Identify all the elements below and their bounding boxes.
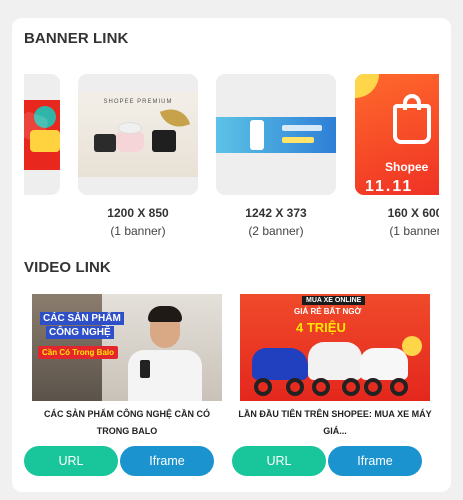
banner-size: 1200 X 850	[107, 206, 169, 220]
banner-image: SHOPEE PREMIUM	[78, 92, 198, 177]
iframe-button[interactable]: Iframe	[120, 446, 214, 476]
thumbnail-text: CÁC SẢN PHẨM	[40, 312, 124, 325]
banner-section-title: BANNER LINK	[24, 30, 129, 47]
banner-size: 0	[24, 206, 60, 220]
video-item: CÁC SẢN PHẨM CÔNG NGHỆ Cần Có Trong Balo…	[24, 294, 222, 476]
banner-item[interactable]: 1242 X 373 (2 banner)	[216, 74, 336, 238]
banner-count: (1 banner	[389, 224, 439, 238]
banner-image	[24, 99, 60, 170]
banner-count: (2 banner)	[248, 224, 304, 238]
thumbnail-text: 4 TRIỆU	[296, 320, 346, 335]
banner-size: 1242 X 373	[245, 206, 307, 220]
thumbnail-text: GIÁ RẺ BẤT NGỜ	[294, 307, 362, 316]
banner-thumbnail[interactable]: SHOPEE PREMIUM	[78, 74, 198, 195]
banner-brand-text: SHOPEE PREMIUM	[103, 99, 173, 105]
iframe-button[interactable]: Iframe	[328, 446, 422, 476]
video-thumbnail[interactable]: MUA XE ONLINE GIÁ RẺ BẤT NGỜ 4 TRIỆU	[240, 294, 430, 401]
thumbnail-text: CÔNG NGHỆ	[46, 326, 114, 339]
banner-thumbnail[interactable]: Shopee 11.11	[355, 74, 439, 195]
url-button[interactable]: URL	[232, 446, 326, 476]
thumbnail-text: MUA XE ONLINE	[302, 296, 366, 305]
banner-thumbnail[interactable]	[216, 74, 336, 195]
video-caption: CÁC SẢN PHẨM CÔNG NGHỆ CẦN CÓ TRONG BALO	[43, 409, 210, 436]
banner-size: 160 X 600	[387, 206, 439, 220]
banner-count: )	[24, 224, 60, 238]
video-thumbnail[interactable]: CÁC SẢN PHẨM CÔNG NGHỆ Cần Có Trong Balo	[32, 294, 222, 401]
banner-image	[216, 116, 336, 153]
banner-carousel[interactable]: 0 ) SHOPEE PREMIUM 1200 X 850 (1 banner)…	[24, 74, 439, 244]
banner-item[interactable]: 0 )	[24, 74, 60, 195]
banner-count: (1 banner)	[110, 224, 166, 238]
banner-brand-text: Shopee	[385, 160, 429, 174]
banner-thumbnail[interactable]	[24, 74, 60, 195]
video-caption: LẦN ĐẦU TIÊN TRÊN SHOPEE: MUA XE MÁY GIÁ…	[238, 409, 432, 436]
banner-item[interactable]: Shopee 11.11 160 X 600 (1 banner	[355, 74, 439, 238]
link-card: BANNER LINK 0 ) SHOPEE PREMIUM 1200 X 85…	[12, 18, 451, 492]
video-item: MUA XE ONLINE GIÁ RẺ BẤT NGỜ 4 TRIỆU LẦN…	[232, 294, 432, 476]
thumbnail-text: Cần Có Trong Balo	[38, 346, 118, 359]
url-button[interactable]: URL	[24, 446, 118, 476]
banner-item[interactable]: SHOPEE PREMIUM 1200 X 850 (1 banner)	[78, 74, 198, 238]
video-section-title: VIDEO LINK	[24, 259, 111, 276]
banner-image: Shopee 11.11	[355, 74, 439, 195]
